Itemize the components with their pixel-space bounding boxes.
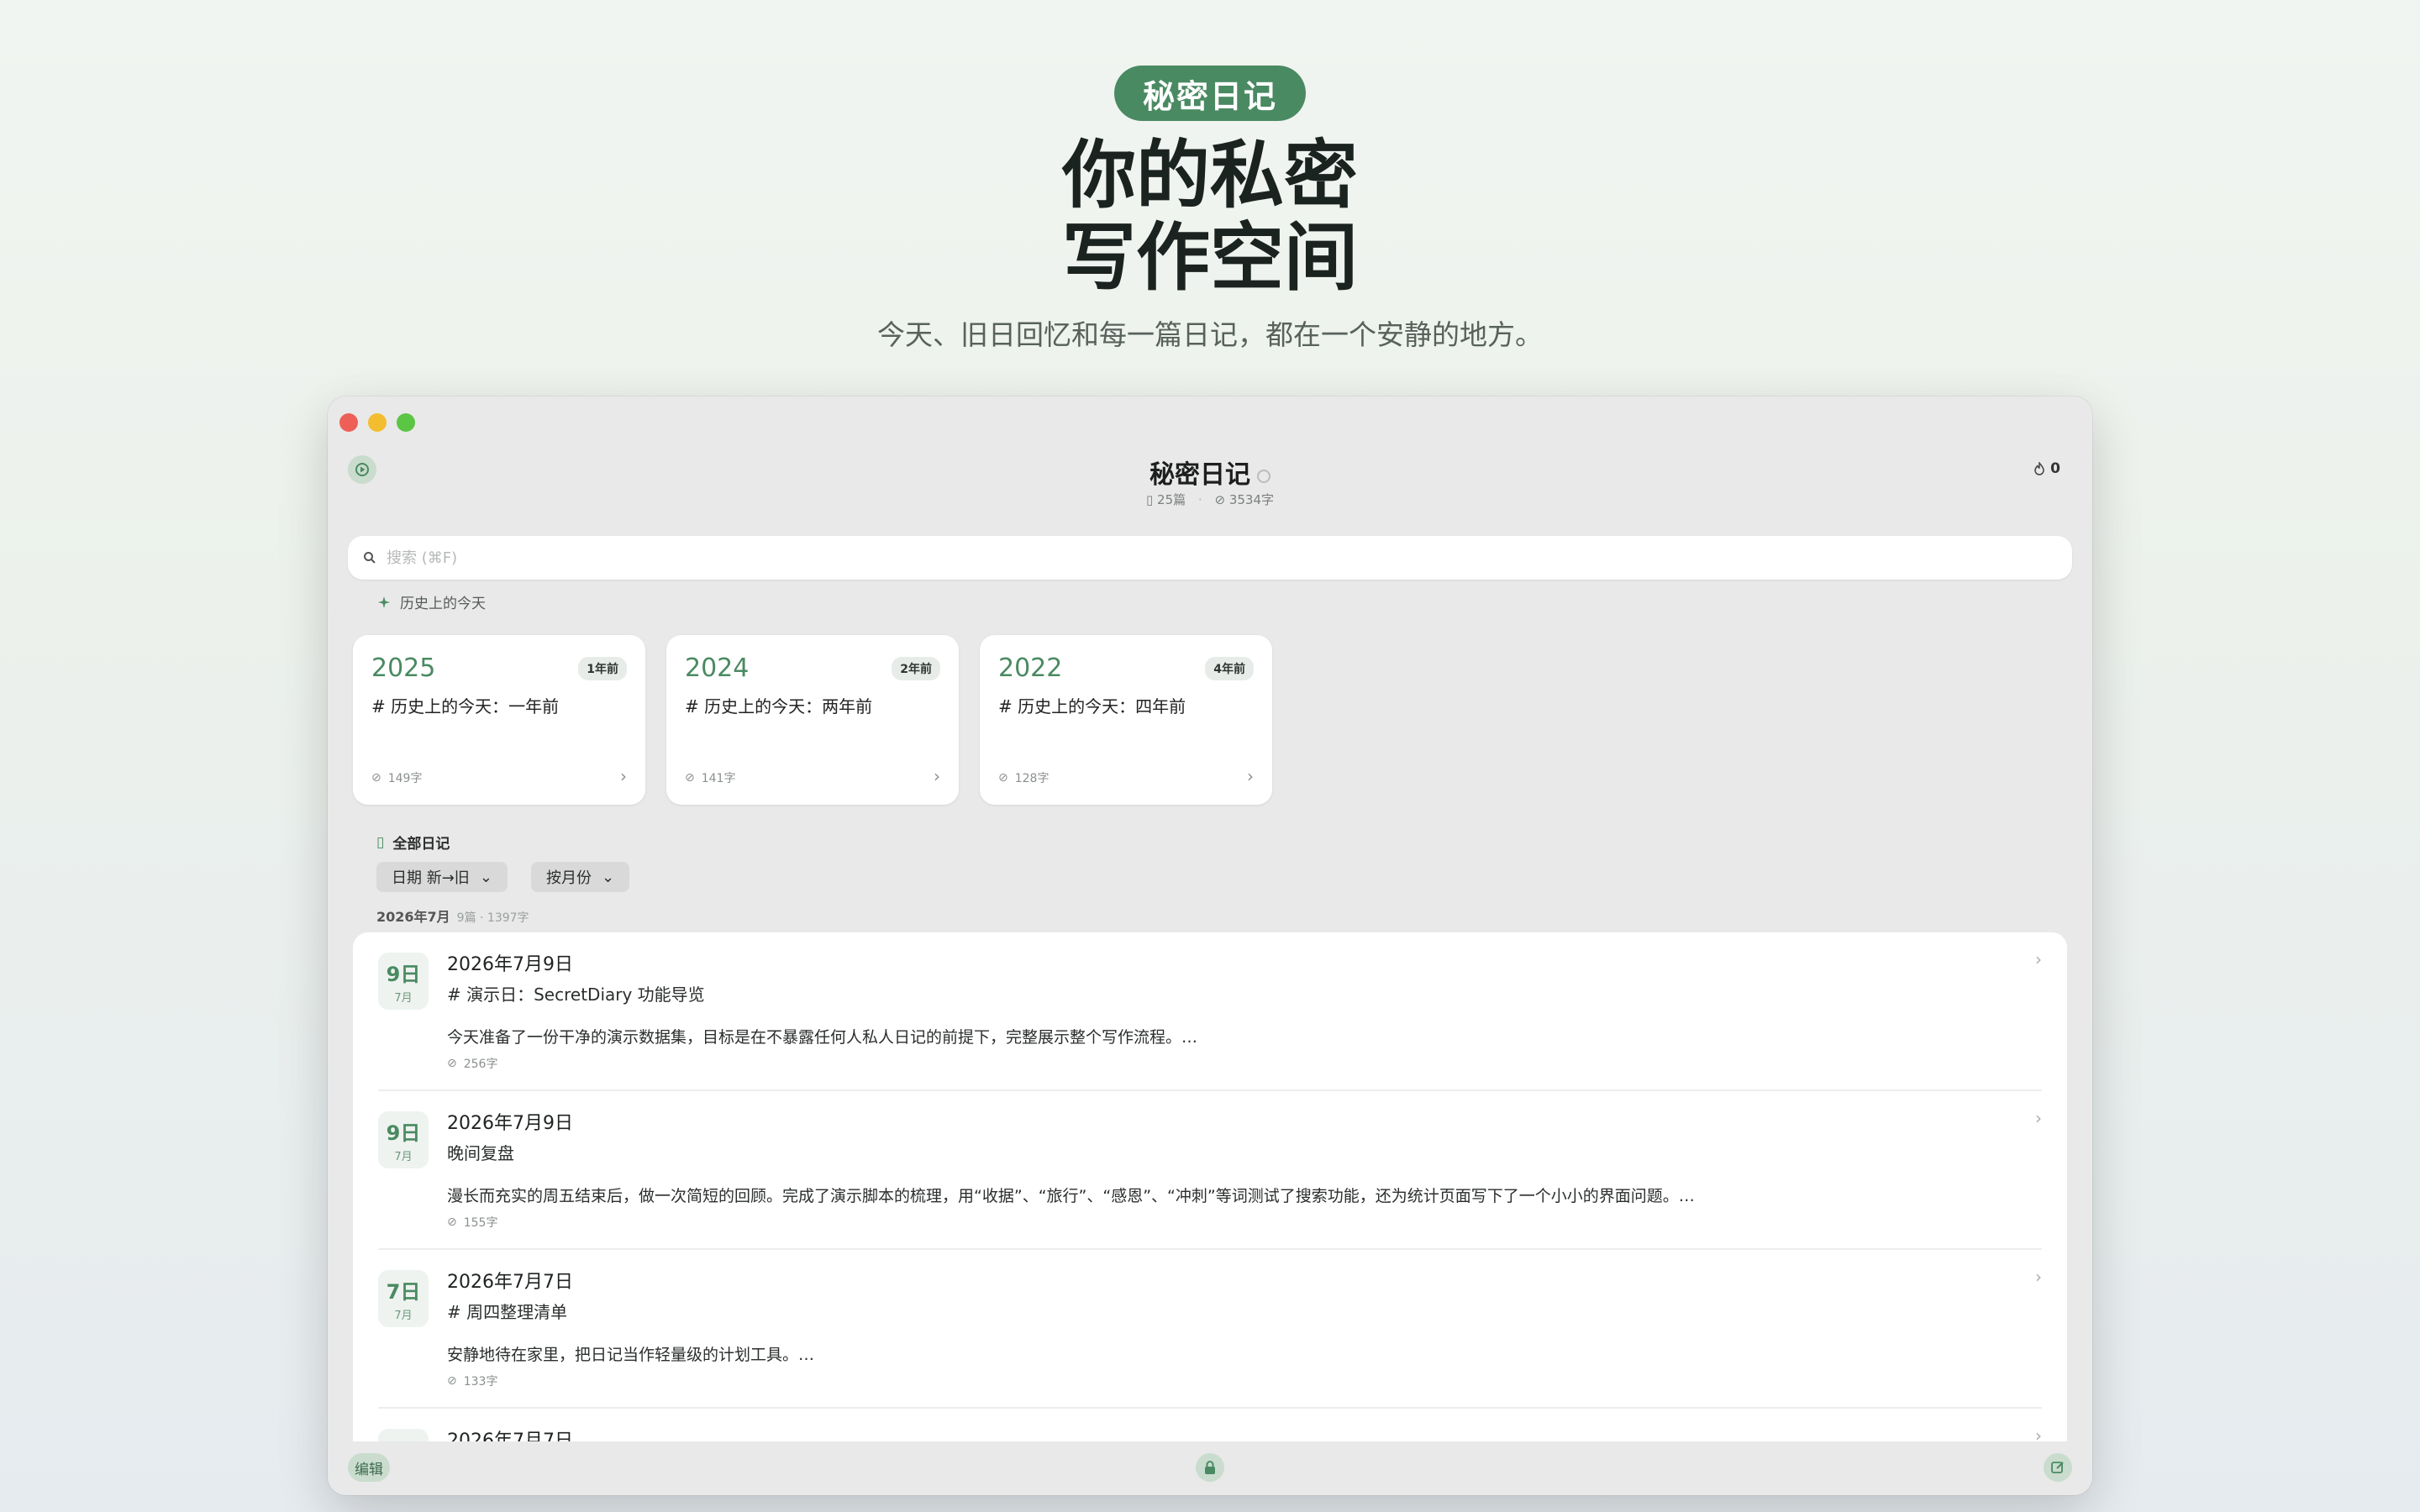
hero-subtitle: 今天、旧日回忆和每一篇日记，都在一个安静的地方。 bbox=[877, 318, 1543, 351]
entry-title: 晚间复盘 bbox=[447, 1143, 514, 1163]
zoom-window-button[interactable] bbox=[397, 413, 415, 432]
sort-value: 日期 新→旧 bbox=[392, 869, 470, 887]
hero-title: 你的私密 写作空间 bbox=[0, 134, 2420, 299]
hero-title-line1: 你的私密 bbox=[1061, 132, 1358, 218]
app-badge: 秘密日记 bbox=[1114, 66, 1306, 121]
diary-stats: ▯ 25篇 · ⊘ 3534字 bbox=[1145, 492, 1275, 507]
hero-title-line2: 写作空间 bbox=[1061, 214, 1358, 301]
chevron-right-icon: › bbox=[2035, 1108, 2042, 1128]
entries-count: 25篇 bbox=[1157, 492, 1186, 507]
window-title-text: 秘密日记 bbox=[1150, 460, 1250, 490]
all-entries-label: ▯ 全部日记 bbox=[376, 832, 450, 853]
help-icon[interactable] bbox=[1257, 469, 1270, 483]
minimize-window-button[interactable] bbox=[368, 413, 387, 432]
lock-icon bbox=[1205, 1461, 1215, 1474]
group-value: 按月份 bbox=[546, 869, 592, 887]
entry-row[interactable]: 9日 7月 2026年7月9日 # 演示日：SecretDiary 功能导览 今… bbox=[378, 932, 2042, 1091]
words-icon: ⊘ bbox=[998, 771, 1008, 785]
search-bar[interactable] bbox=[348, 536, 2072, 580]
entry-title: # 演示日：SecretDiary 功能导览 bbox=[447, 984, 705, 1005]
close-window-button[interactable] bbox=[339, 413, 358, 432]
history-ago-badge: 4年前 bbox=[1205, 657, 1254, 680]
chevron-right-icon: › bbox=[934, 766, 940, 786]
chevron-right-icon: › bbox=[1247, 766, 1254, 786]
entry-title: # 周四整理清单 bbox=[447, 1302, 568, 1322]
words-icon: ⊘ bbox=[1214, 492, 1226, 507]
words-icon: ⊘ bbox=[685, 771, 695, 785]
sort-dropdown[interactable]: 日期 新→旧 ⌄ bbox=[376, 862, 508, 892]
chevron-down-icon: ⌄ bbox=[479, 868, 492, 886]
month-meta: 9篇 · 1397字 bbox=[456, 911, 529, 925]
history-ago-badge: 1年前 bbox=[578, 657, 627, 680]
search-icon bbox=[364, 552, 376, 564]
streak-count: 0 bbox=[2050, 460, 2060, 477]
history-label-text: 历史上的今天 bbox=[400, 596, 486, 612]
chevron-down-icon: ⌄ bbox=[602, 868, 615, 886]
words-icon: ⊘ bbox=[371, 771, 381, 785]
flame-icon bbox=[2034, 462, 2044, 475]
entry-row[interactable]: 7日 7月 2026年7月7日 # 周四整理清单 安静地待在家里，把日记当作轻量… bbox=[378, 1250, 2042, 1409]
history-card[interactable]: 2024 2年前 # 历史上的今天：两年前 ⊘ 141字 › bbox=[666, 635, 959, 805]
words-icon: ⊘ bbox=[447, 1215, 457, 1229]
lock-button[interactable] bbox=[1196, 1453, 1224, 1482]
entry-date: 2026年7月9日 bbox=[447, 954, 573, 975]
all-entries-label-text: 全部日记 bbox=[392, 836, 450, 853]
history-card[interactable]: 2025 1年前 # 历史上的今天：一年前 ⊘ 149字 › bbox=[353, 635, 645, 805]
words-count: 3534字 bbox=[1228, 492, 1275, 507]
history-ago-badge: 2年前 bbox=[892, 657, 940, 680]
chevron-right-icon: › bbox=[620, 766, 627, 786]
entry-row[interactable]: 9日 7月 2026年7月9日 晚间复盘 漫长而充实的周五结束后，做一次简短的回… bbox=[378, 1091, 2042, 1250]
edit-button[interactable]: 编辑 bbox=[348, 1453, 390, 1482]
bottom-toolbar: 编辑 bbox=[328, 1441, 2092, 1495]
history-word-count: ⊘ 128字 bbox=[998, 771, 1050, 785]
words-icon: ⊘ bbox=[447, 1057, 457, 1070]
streak-indicator[interactable]: 0 bbox=[2033, 460, 2060, 477]
compose-icon bbox=[2051, 1462, 2064, 1473]
entry-date: 2026年7月7日 bbox=[447, 1272, 573, 1293]
entry-word-count: ⊘ 256字 bbox=[447, 1057, 498, 1071]
sparkle-icon bbox=[378, 596, 390, 608]
window-title: 秘密日记 bbox=[328, 454, 2092, 491]
history-word-count: ⊘ 149字 bbox=[371, 771, 423, 785]
month-title: 2026年7月 bbox=[376, 909, 450, 925]
entry-excerpt: 安静地待在家里，把日记当作轻量级的计划工具。… bbox=[447, 1346, 815, 1364]
entry-word-count: ⊘ 155字 bbox=[447, 1215, 498, 1230]
history-title: # 历史上的今天：四年前 bbox=[998, 696, 1186, 717]
entry-date: 2026年7月9日 bbox=[447, 1113, 573, 1134]
book-icon: ▯ bbox=[376, 833, 385, 851]
entry-date-badge: 9日 7月 bbox=[378, 1111, 429, 1168]
entry-list: 9日 7月 2026年7月9日 # 演示日：SecretDiary 功能导览 今… bbox=[353, 932, 2067, 1470]
chevron-right-icon: › bbox=[2035, 949, 2042, 969]
window-controls bbox=[339, 413, 415, 432]
entry-excerpt: 今天准备了一份干净的演示数据集，目标是在不暴露任何人私人日记的前提下，完整展示整… bbox=[447, 1028, 1198, 1047]
history-card[interactable]: 2022 4年前 # 历史上的今天：四年前 ⊘ 128字 › bbox=[980, 635, 1272, 805]
new-entry-button[interactable] bbox=[2044, 1453, 2072, 1482]
group-dropdown[interactable]: 按月份 ⌄ bbox=[531, 862, 630, 892]
chevron-right-icon: › bbox=[2035, 1267, 2042, 1287]
history-title: # 历史上的今天：一年前 bbox=[371, 696, 560, 717]
entry-excerpt: 漫长而充实的周五结束后，做一次简短的回顾。完成了演示脚本的梳理，用“收据”、“旅… bbox=[447, 1187, 1695, 1205]
history-title: # 历史上的今天：两年前 bbox=[685, 696, 873, 717]
entry-word-count: ⊘ 133字 bbox=[447, 1374, 498, 1389]
entry-date-badge: 9日 7月 bbox=[378, 953, 429, 1010]
month-header: 2026年7月 9篇 · 1397字 bbox=[376, 906, 529, 926]
history-word-count: ⊘ 141字 bbox=[685, 771, 736, 785]
entry-date-badge: 7日 7月 bbox=[378, 1270, 429, 1327]
app-window: 秘密日记 ▯ 25篇 · ⊘ 3534字 0 历史上的今天 2025 1年前 #… bbox=[328, 396, 2092, 1495]
history-section-label: 历史上的今天 bbox=[376, 591, 486, 612]
words-icon: ⊘ bbox=[447, 1374, 457, 1388]
book-icon: ▯ bbox=[1145, 492, 1154, 507]
search-input[interactable] bbox=[387, 549, 1983, 567]
